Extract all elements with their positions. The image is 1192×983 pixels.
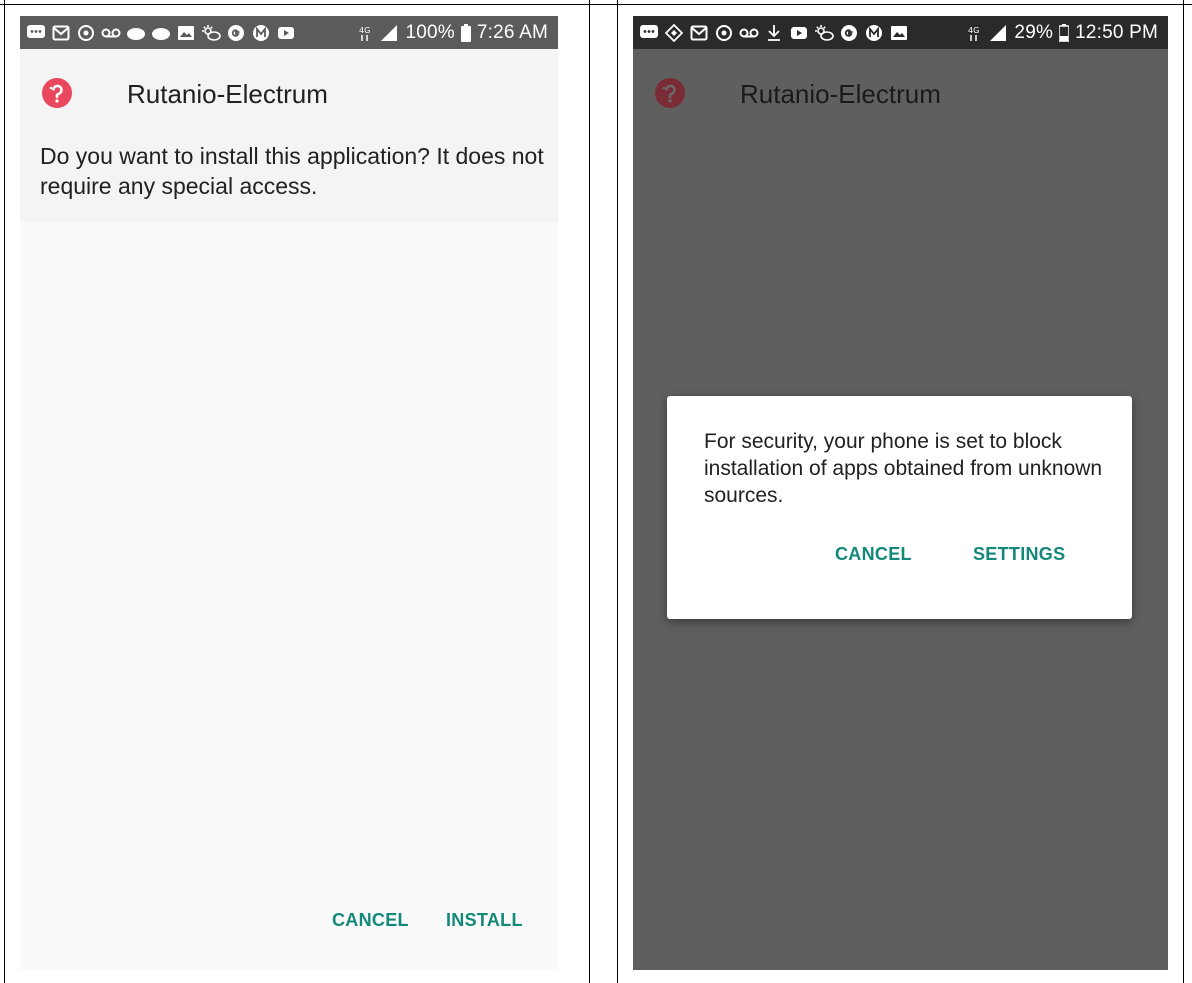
sync-icon xyxy=(714,23,734,43)
install-screen: 4G 100% 7:26 AM Rutanio-Electrum Do you … xyxy=(20,16,558,970)
chat-icon xyxy=(639,23,659,43)
dialog-cancel-button[interactable]: CANCEL xyxy=(835,544,912,565)
install-header: Rutanio-Electrum Do you want to install … xyxy=(20,49,558,222)
frame-line-left xyxy=(4,0,5,983)
google-icon xyxy=(226,23,246,43)
m-app-icon xyxy=(864,23,884,43)
battery-icon xyxy=(1059,23,1070,43)
rutanio-logo-icon xyxy=(42,78,72,108)
youtube-icon xyxy=(789,23,809,43)
voicemail-icon xyxy=(739,23,759,43)
weather-icon xyxy=(814,23,834,43)
dialog-message: For security, your phone is set to block… xyxy=(704,430,1103,507)
battery-icon xyxy=(460,23,471,43)
svg-text:4G: 4G xyxy=(359,26,370,35)
voicemail-icon xyxy=(101,23,121,43)
notification-icons xyxy=(26,23,296,43)
unknown-sources-dialog: For security, your phone is set to block… xyxy=(667,396,1132,619)
mail-icon xyxy=(689,23,709,43)
frame-line-middle-b xyxy=(617,0,618,983)
status-indicators: 4G 100% 7:26 AM xyxy=(359,22,548,44)
settings-button[interactable]: SETTINGS xyxy=(973,544,1065,565)
battery-percent: 100% xyxy=(405,21,455,43)
app-title: Rutanio-Electrum xyxy=(740,79,941,109)
chat-icon xyxy=(26,23,46,43)
sync-icon xyxy=(76,23,96,43)
install-button[interactable]: INSTALL xyxy=(446,910,523,931)
youtube-icon xyxy=(276,23,296,43)
frame-line-right xyxy=(1183,0,1184,983)
cancel-button[interactable]: CANCEL xyxy=(332,910,409,931)
cloud-icon xyxy=(126,23,146,43)
network-4g-icon: 4G xyxy=(359,23,373,43)
gallery-icon xyxy=(889,23,909,43)
svg-text:4G: 4G xyxy=(968,26,979,35)
m-app-icon xyxy=(251,23,271,43)
app-title: Rutanio-Electrum xyxy=(127,79,328,109)
mail-icon xyxy=(51,23,71,43)
clock: 7:26 AM xyxy=(476,21,548,43)
signal-icon xyxy=(988,23,1008,43)
install-prompt-text: Do you want to install this application?… xyxy=(40,143,544,199)
status-indicators: 4G 29% 12:50 PM xyxy=(968,22,1158,44)
rutanio-logo-icon xyxy=(655,78,685,108)
battery-percent: 29% xyxy=(1014,21,1054,43)
signal-icon xyxy=(379,23,399,43)
notification-icons xyxy=(639,23,909,43)
network-4g-icon: 4G xyxy=(968,23,982,43)
binance-icon xyxy=(664,23,684,43)
clock: 12:50 PM xyxy=(1075,21,1158,43)
blocked-install-screen: 4G 29% 12:50 PM Rutanio-Electrum For sec… xyxy=(633,16,1168,970)
google-icon xyxy=(839,23,859,43)
status-bar: 4G 100% 7:26 AM xyxy=(20,16,558,49)
download-icon xyxy=(764,23,784,43)
cloud-icon xyxy=(151,23,171,43)
gallery-icon xyxy=(176,23,196,43)
frame-line-middle-a xyxy=(589,0,590,983)
frame-line-top xyxy=(0,4,1192,5)
weather-icon xyxy=(201,23,221,43)
status-bar: 4G 29% 12:50 PM xyxy=(633,16,1168,49)
